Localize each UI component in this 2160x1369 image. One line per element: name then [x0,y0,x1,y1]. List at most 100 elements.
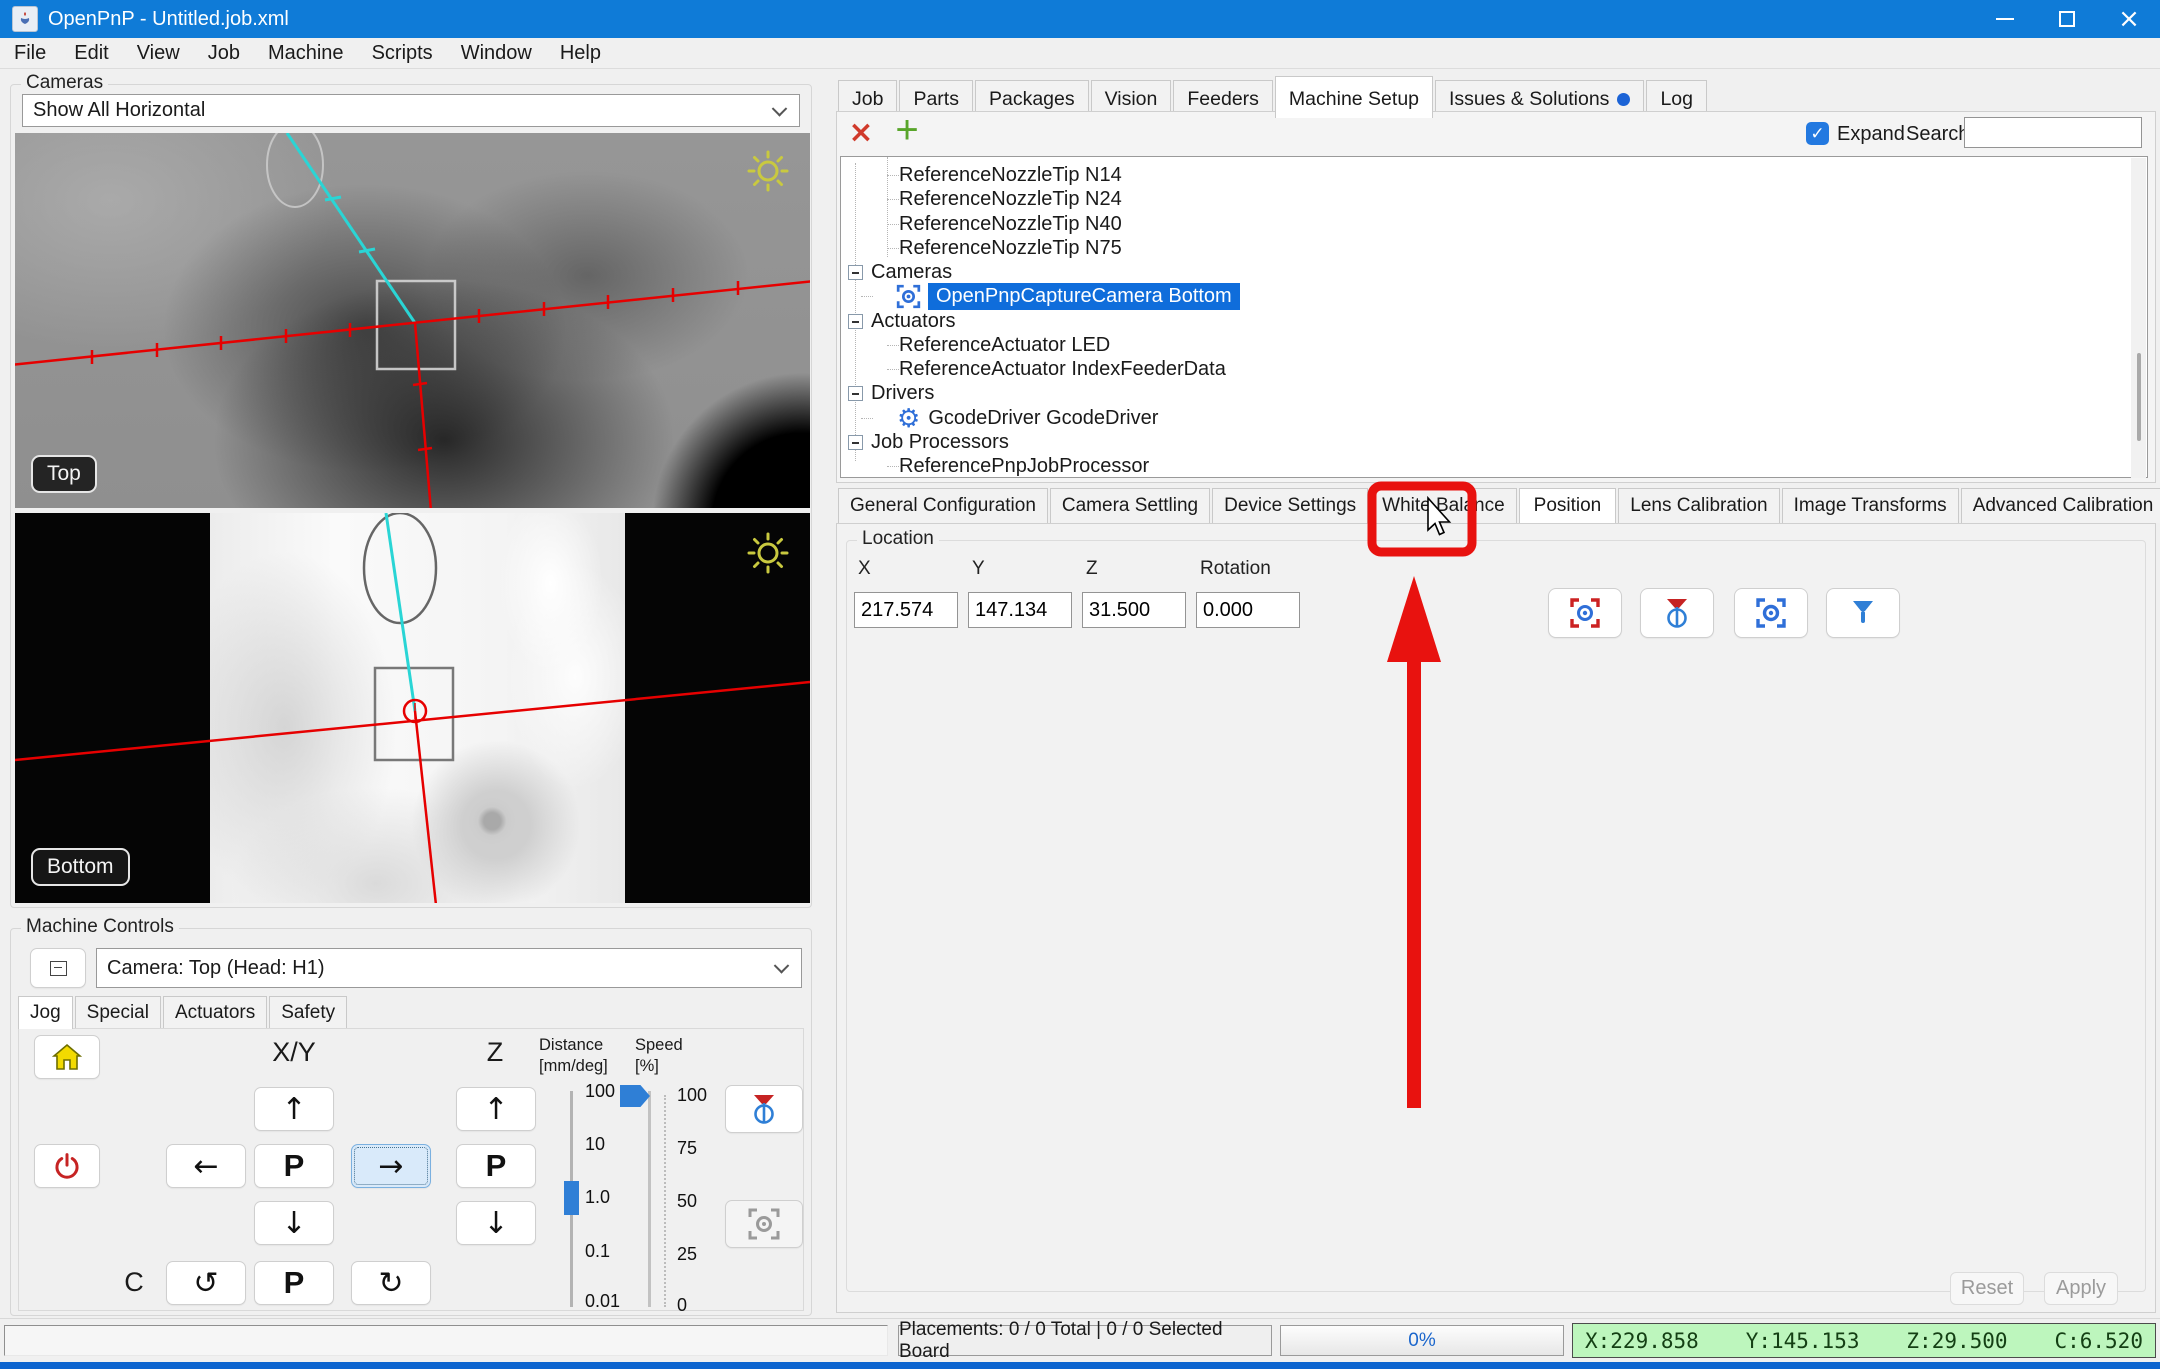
menu-scripts[interactable]: Scripts [358,40,447,67]
position-camera-button[interactable] [725,1200,803,1248]
head-mountable-value: Camera: Top (Head: H1) [107,957,325,980]
jog-z-plus-button[interactable]: ↑ [456,1087,536,1131]
add-button[interactable]: + [890,112,924,148]
location-group-title: Location [857,528,939,550]
minimize-button[interactable] [1974,0,2036,38]
tab-lens-calibration[interactable]: Lens Calibration [1618,488,1779,523]
tab-position[interactable]: Position [1519,488,1617,523]
tab-white-balance[interactable]: White Balance [1370,488,1517,523]
menu-edit[interactable]: Edit [60,40,122,67]
tree-item-actuator-led[interactable]: ReferenceActuator LED [841,333,1110,358]
menu-file[interactable]: File [0,40,60,67]
position-c-button[interactable]: P [254,1261,334,1305]
home-button[interactable] [34,1035,100,1079]
tree-item-nozzletip-n75[interactable]: ReferenceNozzleTip N75 [841,236,1122,261]
x-field[interactable] [854,592,958,628]
tree-branch-actuators[interactable]: Actuators [841,309,955,334]
tree-item-nozzletip-n24[interactable]: ReferenceNozzleTip N24 [841,187,1122,212]
tree-item-capture-camera-bottom[interactable]: OpenPnpCaptureCamera Bottom [841,284,1240,309]
gear-icon: ⚙ [897,406,920,432]
head-mountable-select[interactable]: Camera: Top (Head: H1) [96,948,802,988]
camera-name-badge-bottom: Bottom [31,848,130,886]
jog-y-plus-button[interactable]: ↑ [254,1087,334,1131]
window-title: OpenPnP - Untitled.job.xml [48,8,289,31]
title-bar: OpenPnP - Untitled.job.xml × [0,0,2160,38]
park-z-button[interactable] [725,1085,803,1133]
tree-collapse-icon[interactable] [848,386,863,401]
tree-item-nozzletip-n40[interactable]: ReferenceNozzleTip N40 [841,212,1122,237]
tab-actuators[interactable]: Actuators [163,996,267,1029]
tab-camera-settling[interactable]: Camera Settling [1050,488,1210,523]
y-field-label: Y [972,558,985,580]
tree-scrollbar-thumb[interactable] [2137,353,2141,441]
move-nozzle-to-location-button[interactable] [1826,588,1900,638]
speed-tick-75: 75 [677,1138,697,1159]
move-camera-to-location-button[interactable] [1734,588,1808,638]
tab-device-settings[interactable]: Device Settings [1212,488,1368,523]
tree-branch-drivers[interactable]: Drivers [841,381,934,406]
tab-special[interactable]: Special [75,996,161,1029]
tree-item-actuator-indexfeederdata[interactable]: ReferenceActuator IndexFeederData [841,357,1226,382]
tree-collapse-icon[interactable] [848,265,863,280]
menu-view[interactable]: View [123,40,194,67]
dro-c: C:6.520 [2054,1329,2143,1353]
delete-button[interactable]: × [846,116,876,148]
camera-view-bottom[interactable]: Bottom [15,513,810,903]
location-group: Location [846,540,2146,1292]
distance-label: Distance [mm/deg] [539,1035,635,1076]
camera-layout-select[interactable]: Show All Horizontal [22,94,800,127]
reset-button[interactable]: Reset [1950,1272,2024,1305]
tab-general-configuration[interactable]: General Configuration [838,488,1048,523]
jog-y-minus-button[interactable]: ↓ [254,1201,334,1245]
capture-nozzle-location-button[interactable] [1640,588,1714,638]
tree-branch-job-processors[interactable]: Job Processors [841,430,1009,455]
position-z-button[interactable]: P [456,1144,536,1188]
expand-checkbox[interactable]: ✓ [1806,122,1829,145]
search-input[interactable] [1964,117,2142,148]
tab-machine-setup[interactable]: Machine Setup [1275,76,1433,118]
camera-icon [895,283,922,310]
menu-machine[interactable]: Machine [254,40,358,67]
speed-slider[interactable] [648,1091,651,1307]
menu-job[interactable]: Job [194,40,254,67]
tab-advanced-calibration[interactable]: Advanced Calibration [1961,488,2160,523]
jog-c-ccw-button[interactable]: ↺ [166,1261,246,1305]
apply-button[interactable]: Apply [2044,1272,2118,1305]
position-xy-button[interactable]: P [254,1144,334,1188]
dro-z: Z:29.500 [1906,1329,2007,1353]
tree-collapse-icon[interactable] [848,435,863,450]
delete-x-icon: × [848,115,873,150]
machine-controls-title: Machine Controls [21,916,179,938]
jog-x-plus-button[interactable]: → [351,1144,431,1188]
z-field[interactable] [1082,592,1186,628]
tree-branch-cameras[interactable]: Cameras [841,260,952,285]
tab-image-transforms[interactable]: Image Transforms [1782,488,1959,523]
y-field[interactable] [968,592,1072,628]
add-plus-icon: + [895,108,918,153]
close-button[interactable]: × [2098,0,2160,38]
tree-item-pnp-job-processor[interactable]: ReferencePnpJobProcessor [841,454,1149,479]
tree-scrollbar[interactable] [2131,158,2146,478]
tree-collapse-icon[interactable] [848,314,863,329]
speed-tick-0: 0 [677,1295,687,1316]
speed-slider-thumb[interactable] [620,1085,650,1107]
power-button[interactable] [34,1144,100,1188]
arrow-up-icon: ↑ [281,1092,306,1127]
jog-c-cw-button[interactable]: ↻ [351,1261,431,1305]
maximize-button[interactable] [2036,0,2098,38]
camera-view-top[interactable]: Top [15,133,810,508]
rotation-field-label: Rotation [1200,558,1271,580]
distance-slider-thumb[interactable] [564,1181,579,1215]
tab-safety[interactable]: Safety [269,996,347,1029]
menu-help[interactable]: Help [546,40,615,67]
tree-item-gcodedriver[interactable]: ⚙ GcodeDriver GcodeDriver [841,406,1158,431]
tree-item-nozzletip-n14[interactable]: ReferenceNozzleTip N14 [841,163,1122,188]
rotation-field[interactable] [1196,592,1300,628]
jog-x-minus-button[interactable]: ← [166,1144,246,1188]
machine-controls-tabbar: Jog Special Actuators Safety [18,996,349,1029]
tab-jog[interactable]: Jog [18,996,73,1029]
collapse-controls-button[interactable] [30,948,86,988]
capture-camera-location-button[interactable] [1548,588,1622,638]
menu-window[interactable]: Window [447,40,546,67]
jog-z-minus-button[interactable]: ↓ [456,1201,536,1245]
